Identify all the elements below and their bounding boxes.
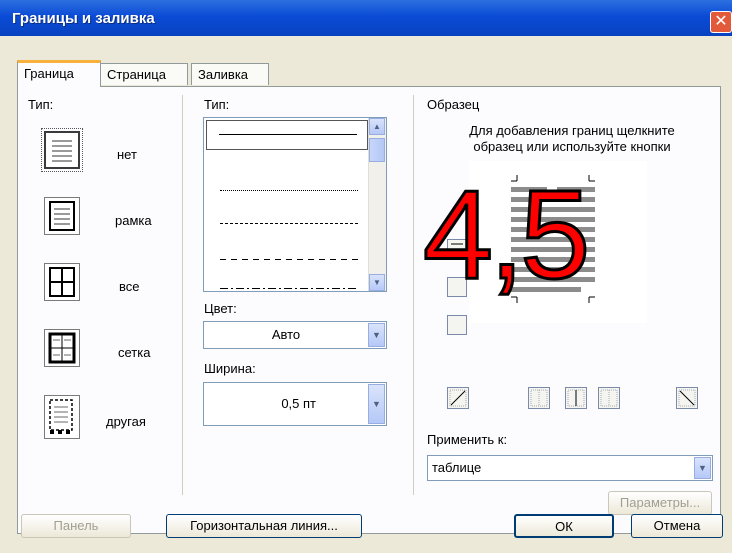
title-bar: Границы и заливка ✕ [0,0,732,36]
scroll-thumb[interactable] [369,138,385,162]
line-style-dash-dot[interactable] [220,288,358,289]
horizontal-line-button[interactable]: Горизонтальная линия... [166,514,362,538]
diagonal-down-button[interactable] [676,387,698,409]
border-custom-icon [49,399,73,434]
border-inside-vertical-icon [567,389,585,407]
window-title: Границы и заливка [12,10,155,27]
color-value: Авто [271,327,301,342]
border-grid-icon [48,332,76,364]
preset-grid-label: сетка [118,345,151,360]
setting-label: Тип: [28,97,54,112]
preview-label: Образец [427,97,480,112]
line-style-selected[interactable] [206,120,368,150]
chevron-down-icon[interactable]: ▼ [694,457,711,479]
line-style-dashed-small[interactable] [220,223,358,224]
chevron-down-icon[interactable]: ▼ [368,323,385,347]
tab-shading[interactable]: Заливка [191,63,269,85]
diagonal-down-icon [678,389,696,407]
apply-to-dropdown[interactable]: таблице ▼ [427,455,713,481]
close-button[interactable]: ✕ [710,11,732,33]
preset-all-label: все [119,279,140,294]
dialog-body: Граница Страница Заливка Тип: нет рамка … [0,36,732,553]
line-style-solid [219,134,357,135]
ok-button[interactable]: ОК [514,514,614,538]
line-style-dotted[interactable] [220,190,358,191]
options-button[interactable]: Параметры... [608,491,712,515]
preset-custom-label: другая [106,414,146,429]
line-style-list[interactable]: ▲ ▼ [203,117,387,292]
chevron-down-icon[interactable]: ▼ [368,384,385,424]
preset-grid-button[interactable] [44,329,80,367]
separator-left [182,95,183,495]
border-left-icon [530,389,548,407]
border-none-icon [52,140,72,162]
scroll-down-button[interactable]: ▼ [369,274,385,291]
width-value: 0,5 пт [281,396,316,411]
preset-custom-button[interactable] [44,395,80,439]
apply-to-label: Применить к: [427,432,508,447]
preset-box-button[interactable] [44,197,80,235]
bottom-border-button[interactable] [447,315,467,335]
overlay-annotation: 4,5 [421,164,591,305]
right-border-button[interactable] [598,387,620,409]
line-style-dashed[interactable] [220,259,358,260]
inside-vertical-button[interactable] [565,387,587,409]
left-border-button[interactable] [528,387,550,409]
preview-hint: Для добавления границ щелкните образец и… [469,123,675,154]
tab-border[interactable]: Граница [17,60,101,87]
preset-all-button[interactable] [44,263,80,301]
border-box-icon [49,201,75,231]
scroll-up-button[interactable]: ▲ [369,118,385,135]
cancel-button[interactable]: Отмена [631,514,723,538]
line-style-scrollbar[interactable]: ▲ ▼ [368,118,386,291]
toolbar-button[interactable]: Панель [21,514,131,538]
apply-to-value: таблице [432,460,482,475]
preset-none-button[interactable] [41,128,83,172]
diagonal-up-icon [449,389,467,407]
close-icon: ✕ [714,13,728,30]
border-right-icon [600,389,618,407]
border-all-icon [49,267,75,297]
diagonal-up-button[interactable] [447,387,469,409]
color-label: Цвет: [204,301,237,316]
width-label: Ширина: [204,361,256,376]
width-dropdown[interactable]: 0,5 пт ▼ [203,382,387,426]
separator-right [413,95,414,495]
color-dropdown[interactable]: Авто ▼ [203,321,387,349]
style-label: Тип: [204,97,230,112]
tab-page[interactable]: Страница [100,63,188,85]
preset-box-label: рамка [115,213,152,228]
preset-none-label: нет [117,147,137,162]
